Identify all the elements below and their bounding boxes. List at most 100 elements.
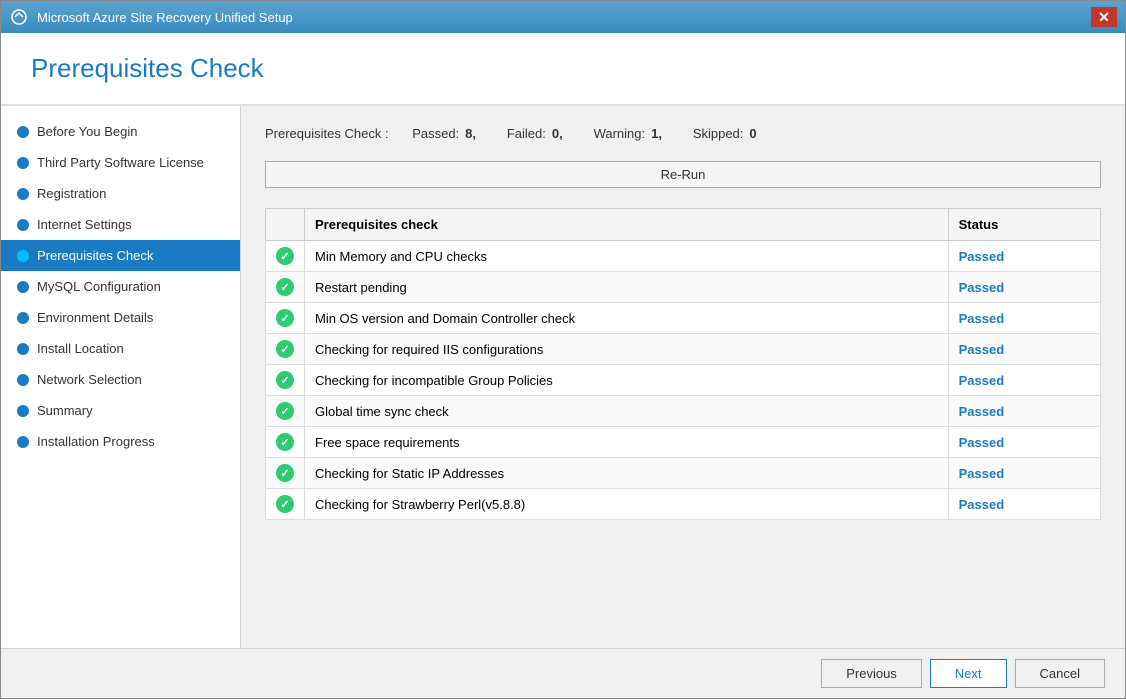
row-status[interactable]: Passed (948, 396, 1100, 427)
window-title: Microsoft Azure Site Recovery Unified Se… (37, 10, 293, 25)
header-section: Prerequisites Check (1, 33, 1125, 106)
row-icon-cell: ✓ (266, 303, 305, 334)
row-status[interactable]: Passed (948, 272, 1100, 303)
row-check-name: Checking for required IIS configurations (305, 334, 949, 365)
sidebar-dot (17, 219, 29, 231)
row-icon-cell: ✓ (266, 458, 305, 489)
sidebar-item-environment-details[interactable]: Environment Details (1, 302, 240, 333)
sidebar-item-label: Prerequisites Check (37, 248, 153, 263)
check-passed-icon: ✓ (276, 402, 294, 420)
status-passed-link[interactable]: Passed (959, 280, 1005, 295)
sidebar-dot (17, 343, 29, 355)
footer: Previous Next Cancel (1, 648, 1125, 698)
sidebar-dot (17, 374, 29, 386)
table-col-icon (266, 209, 305, 241)
check-passed-icon: ✓ (276, 464, 294, 482)
sidebar-item-label: Internet Settings (37, 217, 132, 232)
sidebar-dot (17, 405, 29, 417)
table-row: ✓ Min OS version and Domain Controller ch… (266, 303, 1101, 334)
row-check-name: Checking for Static IP Addresses (305, 458, 949, 489)
sidebar-item-installation-progress[interactable]: Installation Progress (1, 426, 240, 457)
row-icon-cell: ✓ (266, 396, 305, 427)
sidebar-item-before-you-begin[interactable]: Before You Begin (1, 116, 240, 147)
check-passed-icon: ✓ (276, 340, 294, 358)
sidebar-dot (17, 157, 29, 169)
page-title: Prerequisites Check (31, 53, 1095, 84)
status-passed-link[interactable]: Passed (959, 342, 1005, 357)
main-window: Microsoft Azure Site Recovery Unified Se… (0, 0, 1126, 699)
main-content: Prerequisites Check : Passed: 8, Failed:… (241, 106, 1125, 648)
warning-value: 1, (651, 126, 662, 141)
prereq-summary: Prerequisites Check : Passed: 8, Failed:… (265, 126, 1101, 141)
table-row: ✓ Checking for Static IP Addresses Passed (266, 458, 1101, 489)
skipped-value: 0 (749, 126, 756, 141)
table-row: ✓Min Memory and CPU checksPassed (266, 241, 1101, 272)
row-status[interactable]: Passed (948, 241, 1100, 272)
status-passed-link[interactable]: Passed (959, 435, 1005, 450)
sidebar-item-internet-settings[interactable]: Internet Settings (1, 209, 240, 240)
row-status[interactable]: Passed (948, 489, 1100, 520)
sidebar-item-network-selection[interactable]: Network Selection (1, 364, 240, 395)
status-passed-link[interactable]: Passed (959, 404, 1005, 419)
app-icon (9, 7, 29, 27)
close-button[interactable]: ✕ (1091, 7, 1117, 27)
sidebar-item-label: Summary (37, 403, 93, 418)
table-row: ✓ Checking for incompatible Group Policie… (266, 365, 1101, 396)
title-bar: Microsoft Azure Site Recovery Unified Se… (1, 1, 1125, 33)
row-icon-cell: ✓ (266, 427, 305, 458)
skipped-label: Skipped: (693, 126, 744, 141)
sidebar-item-label: Registration (37, 186, 106, 201)
table-row: ✓ Checking for Strawberry Perl(v5.8.8) Pas… (266, 489, 1101, 520)
status-passed-link[interactable]: Passed (959, 497, 1005, 512)
sidebar-item-summary[interactable]: Summary (1, 395, 240, 426)
sidebar-item-third-party-software-license[interactable]: Third Party Software License (1, 147, 240, 178)
sidebar-dot (17, 126, 29, 138)
sidebar-item-label: Network Selection (37, 372, 142, 387)
previous-button[interactable]: Previous (821, 659, 922, 688)
next-button[interactable]: Next (930, 659, 1007, 688)
check-passed-icon: ✓ (276, 371, 294, 389)
sidebar-dot (17, 188, 29, 200)
row-icon-cell: ✓ (266, 489, 305, 520)
row-icon-cell: ✓ (266, 241, 305, 272)
status-passed-link[interactable]: Passed (959, 373, 1005, 388)
row-status[interactable]: Passed (948, 303, 1100, 334)
sidebar-dot (17, 250, 29, 262)
check-passed-icon: ✓ (276, 309, 294, 327)
status-passed-link[interactable]: Passed (959, 311, 1005, 326)
row-status[interactable]: Passed (948, 427, 1100, 458)
check-table: Prerequisites check Status ✓Min Memory a… (265, 208, 1101, 520)
status-passed-link[interactable]: Passed (959, 249, 1005, 264)
status-passed-link[interactable]: Passed (959, 466, 1005, 481)
sidebar-item-label: Environment Details (37, 310, 153, 325)
sidebar-item-label: Before You Begin (37, 124, 137, 139)
check-passed-icon: ✓ (276, 495, 294, 513)
row-status[interactable]: Passed (948, 334, 1100, 365)
row-check-name: Checking for Strawberry Perl(v5.8.8) (305, 489, 949, 520)
summary-label: Prerequisites Check : (265, 126, 389, 141)
row-status[interactable]: Passed (948, 365, 1100, 396)
warning-label: Warning: (594, 126, 646, 141)
sidebar-item-label: Installation Progress (37, 434, 155, 449)
row-status[interactable]: Passed (948, 458, 1100, 489)
cancel-button[interactable]: Cancel (1015, 659, 1105, 688)
sidebar-item-mysql-configuration[interactable]: MySQL Configuration (1, 271, 240, 302)
sidebar-item-install-location[interactable]: Install Location (1, 333, 240, 364)
sidebar: Before You Begin Third Party Software Lic… (1, 106, 241, 648)
failed-label: Failed: (507, 126, 546, 141)
failed-value: 0, (552, 126, 563, 141)
check-passed-icon: ✓ (276, 278, 294, 296)
rerun-button[interactable]: Re-Run (265, 161, 1101, 188)
row-check-name: Checking for incompatible Group Policies (305, 365, 949, 396)
sidebar-item-label: Third Party Software License (37, 155, 204, 170)
check-passed-icon: ✓ (276, 433, 294, 451)
table-row: ✓ Checking for required IIS configuration… (266, 334, 1101, 365)
content-area: Before You Begin Third Party Software Lic… (1, 106, 1125, 648)
sidebar-item-prerequisites-check[interactable]: Prerequisites Check (1, 240, 240, 271)
row-check-name: Min OS version and Domain Controller che… (305, 303, 949, 334)
row-icon-cell: ✓ (266, 365, 305, 396)
passed-label: Passed: (412, 126, 459, 141)
passed-value: 8, (465, 126, 476, 141)
sidebar-item-registration[interactable]: Registration (1, 178, 240, 209)
sidebar-dot (17, 281, 29, 293)
